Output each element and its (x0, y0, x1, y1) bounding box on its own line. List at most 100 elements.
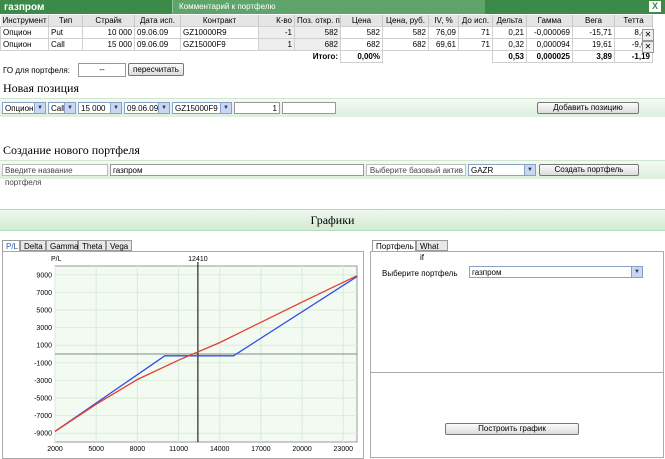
table-row[interactable]: Опцион Put 10 000 09.06.09 GZ10000R9 -1 … (0, 26, 653, 39)
col-header[interactable]: Тип (48, 15, 83, 27)
create-portfolio-button[interactable]: Создать портфель (539, 164, 639, 176)
y-tick-label: 5000 (36, 308, 52, 315)
col-header[interactable]: Цена, руб. (382, 15, 429, 27)
y-tick-label: -5000 (34, 396, 52, 403)
col-header[interactable]: Цена (340, 15, 383, 27)
x-tick-label: 8000 (130, 446, 146, 453)
quantity-input[interactable]: 1 (234, 102, 280, 114)
new-portfolio-title: Создание нового портфеля (3, 143, 140, 157)
y-axis-label: P/L (51, 256, 62, 263)
col-header[interactable]: IV, % (428, 15, 459, 27)
cell: 71 (458, 26, 493, 39)
portfolio-name-label: Введите название портфеля (2, 164, 108, 187)
cell: 682 (340, 38, 383, 51)
date-select[interactable]: 09.06.09 ▼ (124, 102, 170, 114)
strike-select[interactable]: 15 000 ▼ (78, 102, 122, 114)
cell: Опцион (0, 26, 49, 39)
pl-chart: 2000 5000 8000 11000 14000 17000 20000 23000 900… (2, 251, 364, 459)
portfolio-comment-field[interactable]: Комментарий к портфелю (172, 0, 485, 14)
positions-table: Инструмент Тип Страйк Дата исп. Контракт… (0, 15, 653, 63)
cell: 71 (458, 38, 493, 51)
col-header[interactable]: До исп. (458, 15, 493, 27)
type-select[interactable]: Call ▼ (48, 102, 76, 114)
chevron-down-icon: ▼ (64, 103, 75, 113)
chevron-down-icon: ▼ (110, 103, 121, 113)
y-tick-label: -3000 (34, 378, 52, 385)
contract-select[interactable]: GZ15000F9 ▼ (172, 102, 232, 114)
tab-portfolio[interactable]: Портфель (372, 240, 416, 251)
tab-theta[interactable]: Theta (78, 240, 106, 251)
portfolio-select[interactable]: газпром ▼ (469, 266, 643, 278)
cell: 09.06.09 (134, 38, 181, 51)
tab-gamma[interactable]: Gamma (46, 240, 78, 251)
col-header[interactable]: Инструмент (0, 15, 49, 27)
y-tick-label: 1000 (36, 343, 52, 350)
window-title: газпром (4, 1, 45, 13)
cell: -0,000069 (526, 26, 573, 39)
cell: 10 000 (82, 26, 135, 39)
cell[interactable]: 682 (294, 38, 341, 51)
cell: -15,71 (572, 26, 615, 39)
portfolio-name-input[interactable]: газпром (110, 164, 364, 176)
cell: 682 (382, 38, 429, 51)
total-delta: 0,53 (492, 50, 527, 63)
chevron-down-icon: ▼ (220, 103, 231, 113)
chevron-down-icon: ▼ (631, 267, 642, 277)
cell: 76,09 (428, 26, 459, 39)
go-value: -- (78, 63, 126, 77)
build-chart-button[interactable]: Построить график (445, 423, 579, 435)
x-tick-label: 17000 (251, 446, 271, 453)
close-icon[interactable]: X (649, 1, 661, 12)
x-tick-label: 20000 (292, 446, 312, 453)
col-header[interactable]: К-во (258, 15, 295, 27)
table-header-row: Инструмент Тип Страйк Дата исп. Контракт… (0, 15, 653, 27)
price-input[interactable] (282, 102, 336, 114)
col-header[interactable]: Страйк (82, 15, 135, 27)
chevron-down-icon: ▼ (158, 103, 169, 113)
graphs-header: Графики (0, 209, 665, 231)
y-tick-label: 9000 (36, 272, 52, 279)
cell: Call (48, 38, 83, 51)
delete-row-icon[interactable]: ✕ (642, 29, 654, 41)
cell[interactable]: 582 (294, 26, 341, 39)
tab-what-if[interactable]: What if (416, 240, 448, 262)
cell: 19,61 (572, 38, 615, 51)
col-header[interactable]: Контракт (180, 15, 259, 27)
delete-row-icon[interactable]: ✕ (642, 41, 654, 53)
total-gamma: 0,000025 (526, 50, 573, 63)
col-header[interactable]: Вега (572, 15, 615, 27)
recalculate-button[interactable]: пересчитать (128, 63, 184, 76)
cell: Put (48, 26, 83, 39)
table-total-row: Итого: 0,00% 0,53 0,000025 3,89 -1,19 (1, 50, 653, 63)
cell: 15 000 (82, 38, 135, 51)
table-row[interactable]: Опцион Call 15 000 09.06.09 GZ15000F9 1 … (0, 38, 653, 51)
cell: 0,000094 (526, 38, 573, 51)
col-header[interactable]: Дельта (492, 15, 527, 27)
add-position-button[interactable]: Добавить позицию (537, 102, 639, 114)
col-header[interactable]: Гамма (526, 15, 573, 27)
cell: 0,32 (492, 38, 527, 51)
cell[interactable]: -1 (258, 26, 295, 39)
total-label: Итого: (312, 52, 338, 62)
col-header[interactable]: Поз. откр. по (294, 15, 341, 27)
base-asset-select[interactable]: GAZR ▼ (468, 164, 536, 176)
portfolio-panel: Выберите портфель газпром ▼ Построить гра… (370, 251, 664, 458)
col-header[interactable]: Дата исп. (134, 15, 181, 27)
cell: Опцион (0, 38, 49, 51)
tab-vega[interactable]: Vega (106, 240, 132, 251)
x-tick-label: 11000 (169, 446, 188, 453)
cell: GZ10000R9 (180, 26, 259, 39)
tab-delta[interactable]: Delta (20, 240, 46, 251)
y-tick-label: 3000 (36, 325, 52, 332)
tab-pl[interactable]: P/L (2, 240, 20, 251)
window-titlebar: газпром Комментарий к портфелю X (0, 0, 665, 14)
new-position-title: Новая позиция (3, 81, 79, 95)
cell: GZ15000F9 (180, 38, 259, 51)
chevron-down-icon: ▼ (524, 165, 535, 175)
cell[interactable]: 1 (258, 38, 295, 51)
price-marker-label: 12410 (188, 256, 208, 263)
instrument-select[interactable]: Опцион ▼ (2, 102, 46, 114)
go-label: ГО для портфеля: (3, 66, 70, 75)
chevron-down-icon: ▼ (34, 103, 45, 113)
col-header[interactable]: Тетта (614, 15, 653, 27)
